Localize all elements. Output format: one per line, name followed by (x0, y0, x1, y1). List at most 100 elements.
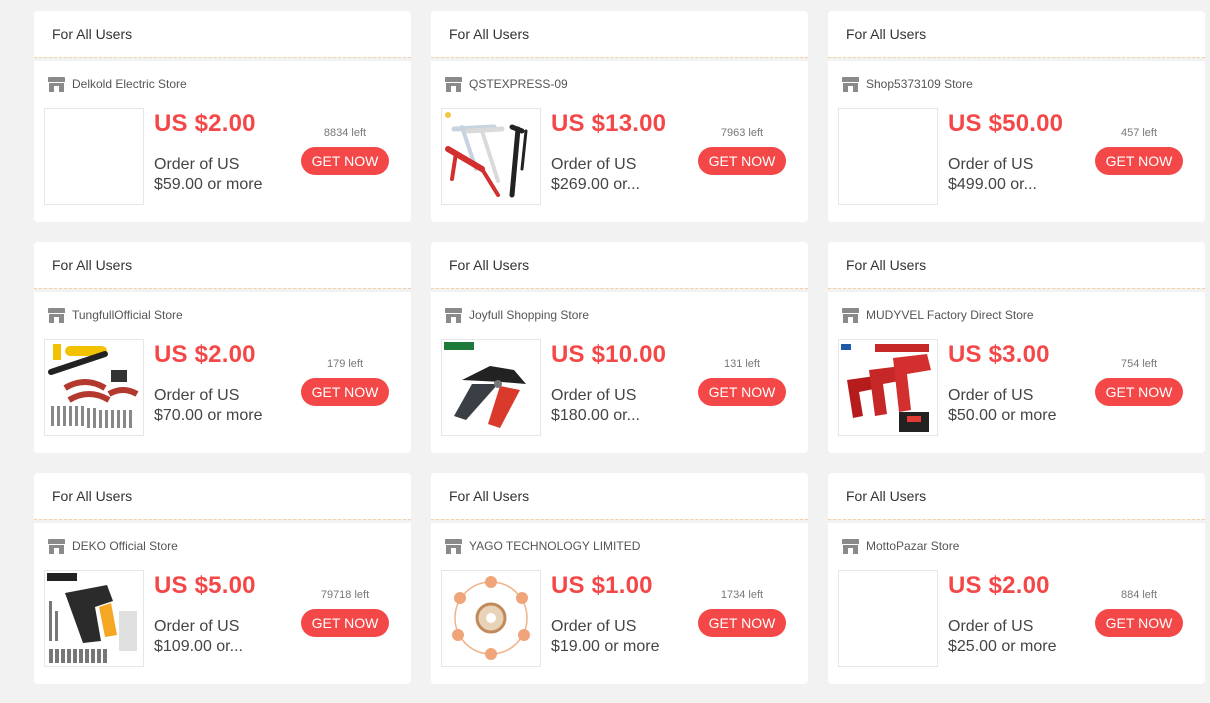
store-name: Shop5373109 Store (866, 77, 973, 91)
coupon-condition: Order of US $180.00 or... (551, 386, 679, 426)
coupons-left: 131 left (723, 358, 761, 370)
condition-line-2: $180.00 or... (551, 407, 640, 424)
condition-line-1: Order of US (154, 156, 240, 173)
coupon-card: For All Users YAGO TECHNOLOGY LIMITED US… (431, 473, 808, 684)
store-name: TungfullOfficial Store (72, 308, 183, 322)
coupon-condition: Order of US $50.00 or more (948, 386, 1076, 426)
store-name: QSTEXPRESS-09 (469, 77, 568, 91)
product-thumbnail[interactable] (44, 339, 144, 436)
product-thumbnail[interactable] (838, 570, 938, 667)
store-link[interactable]: Joyfull Shopping Store (445, 306, 589, 324)
product-thumbnail[interactable] (838, 108, 938, 205)
coupon-price: US $2.00 (948, 572, 1050, 599)
product-thumbnail[interactable] (441, 339, 541, 436)
condition-line-1: Order of US (154, 618, 240, 635)
store-link[interactable]: MottoPazar Store (842, 537, 959, 555)
coupon-body: Shop5373109 Store US $50.00 Order of US … (828, 61, 1205, 222)
coupon-condition: Order of US $25.00 or more (948, 617, 1076, 657)
coupon-price: US $50.00 (948, 110, 1064, 137)
coupon-card: For All Users Delkold Electric Store US … (34, 11, 411, 222)
dashed-divider (431, 57, 808, 58)
coupons-left: 884 left (1120, 589, 1158, 601)
condition-line-2: $25.00 or more (948, 638, 1057, 655)
get-now-button[interactable]: GET NOW (1095, 378, 1183, 406)
store-name: DEKO Official Store (72, 539, 178, 553)
condition-line-2: $269.00 or... (551, 176, 640, 193)
condition-line-2: $109.00 or... (154, 638, 243, 655)
store-icon (48, 307, 65, 323)
product-thumbnail[interactable] (441, 108, 541, 205)
store-link[interactable]: QSTEXPRESS-09 (445, 75, 568, 93)
store-link[interactable]: DEKO Official Store (48, 537, 178, 555)
coupon-body: DEKO Official Store US $5.00 Order of US… (34, 523, 411, 684)
dashed-divider (34, 57, 411, 58)
coupon-audience: For All Users (431, 242, 808, 288)
coupon-body: Delkold Electric Store US $2.00 Order of… (34, 61, 411, 222)
condition-line-2: $59.00 or more (154, 176, 263, 193)
get-now-button[interactable]: GET NOW (301, 378, 389, 406)
coupon-audience: For All Users (431, 473, 808, 519)
get-now-button[interactable]: GET NOW (698, 378, 786, 406)
store-link[interactable]: YAGO TECHNOLOGY LIMITED (445, 537, 640, 555)
condition-line-2: $499.00 or... (948, 176, 1037, 193)
get-now-button[interactable]: GET NOW (698, 609, 786, 637)
dashed-divider (431, 288, 808, 289)
coupons-left: 1734 left (720, 589, 764, 601)
screwdriver-kit-image (47, 573, 137, 663)
coupon-card: For All Users QSTEXPRESS-09 US $13.00 Or… (431, 11, 808, 222)
get-now-button[interactable]: GET NOW (301, 147, 389, 175)
condition-line-1: Order of US (551, 387, 637, 404)
coupon-condition: Order of US $499.00 or... (948, 155, 1076, 195)
coupon-condition: Order of US $70.00 or more (154, 386, 282, 426)
store-icon (842, 76, 859, 92)
coupon-audience: For All Users (34, 473, 411, 519)
dashed-divider (431, 519, 808, 520)
coupon-audience: For All Users (828, 11, 1205, 57)
store-name: YAGO TECHNOLOGY LIMITED (469, 539, 641, 553)
rotary-tool-kit-image (48, 344, 139, 428)
product-thumbnail[interactable] (44, 108, 144, 205)
coupon-price: US $2.00 (154, 341, 256, 368)
dashed-divider (34, 288, 411, 289)
condition-line-1: Order of US (551, 156, 637, 173)
coupon-card: For All Users DEKO Official Store US $5.… (34, 473, 411, 684)
coupon-grid: For All Users Delkold Electric Store US … (34, 11, 1205, 684)
coupons-left: 79718 left (320, 589, 370, 601)
dashed-divider (828, 519, 1205, 520)
coupon-price: US $3.00 (948, 341, 1050, 368)
store-link[interactable]: Shop5373109 Store (842, 75, 973, 93)
condition-line-1: Order of US (948, 387, 1034, 404)
store-icon (842, 307, 859, 323)
condition-line-1: Order of US (551, 618, 637, 635)
coupon-card: For All Users Shop5373109 Store US $50.0… (828, 11, 1205, 222)
coupons-left: 457 left (1120, 127, 1158, 139)
drills-image (841, 344, 931, 432)
get-now-button[interactable]: GET NOW (698, 147, 786, 175)
product-thumbnail[interactable] (838, 339, 938, 436)
coupon-price: US $5.00 (154, 572, 256, 599)
coupon-condition: Order of US $269.00 or... (551, 155, 679, 195)
store-icon (842, 538, 859, 554)
get-now-button[interactable]: GET NOW (1095, 147, 1183, 175)
store-link[interactable]: MUDYVEL Factory Direct Store (842, 306, 1034, 324)
coupon-audience: For All Users (828, 242, 1205, 288)
store-name: Delkold Electric Store (72, 77, 187, 91)
coupon-card: For All Users TungfullOfficial Store US … (34, 242, 411, 453)
coupon-audience: For All Users (431, 11, 808, 57)
coupon-condition: Order of US $109.00 or... (154, 617, 282, 657)
store-name: Joyfull Shopping Store (469, 308, 590, 322)
condition-line-1: Order of US (948, 156, 1034, 173)
store-link[interactable]: TungfullOfficial Store (48, 306, 183, 324)
product-thumbnail[interactable] (44, 570, 144, 667)
coupons-left: 179 left (326, 358, 364, 370)
get-now-button[interactable]: GET NOW (1095, 609, 1183, 637)
coupon-body: TungfullOfficial Store US $2.00 Order of… (34, 292, 411, 453)
store-name: MottoPazar Store (866, 539, 960, 553)
condition-line-2: $50.00 or more (948, 407, 1057, 424)
get-now-button[interactable]: GET NOW (301, 609, 389, 637)
coupon-price: US $1.00 (551, 572, 653, 599)
product-thumbnail[interactable] (441, 570, 541, 667)
coupons-left: 7963 left (720, 127, 764, 139)
wire-stripper-image (444, 342, 526, 428)
store-link[interactable]: Delkold Electric Store (48, 75, 187, 93)
